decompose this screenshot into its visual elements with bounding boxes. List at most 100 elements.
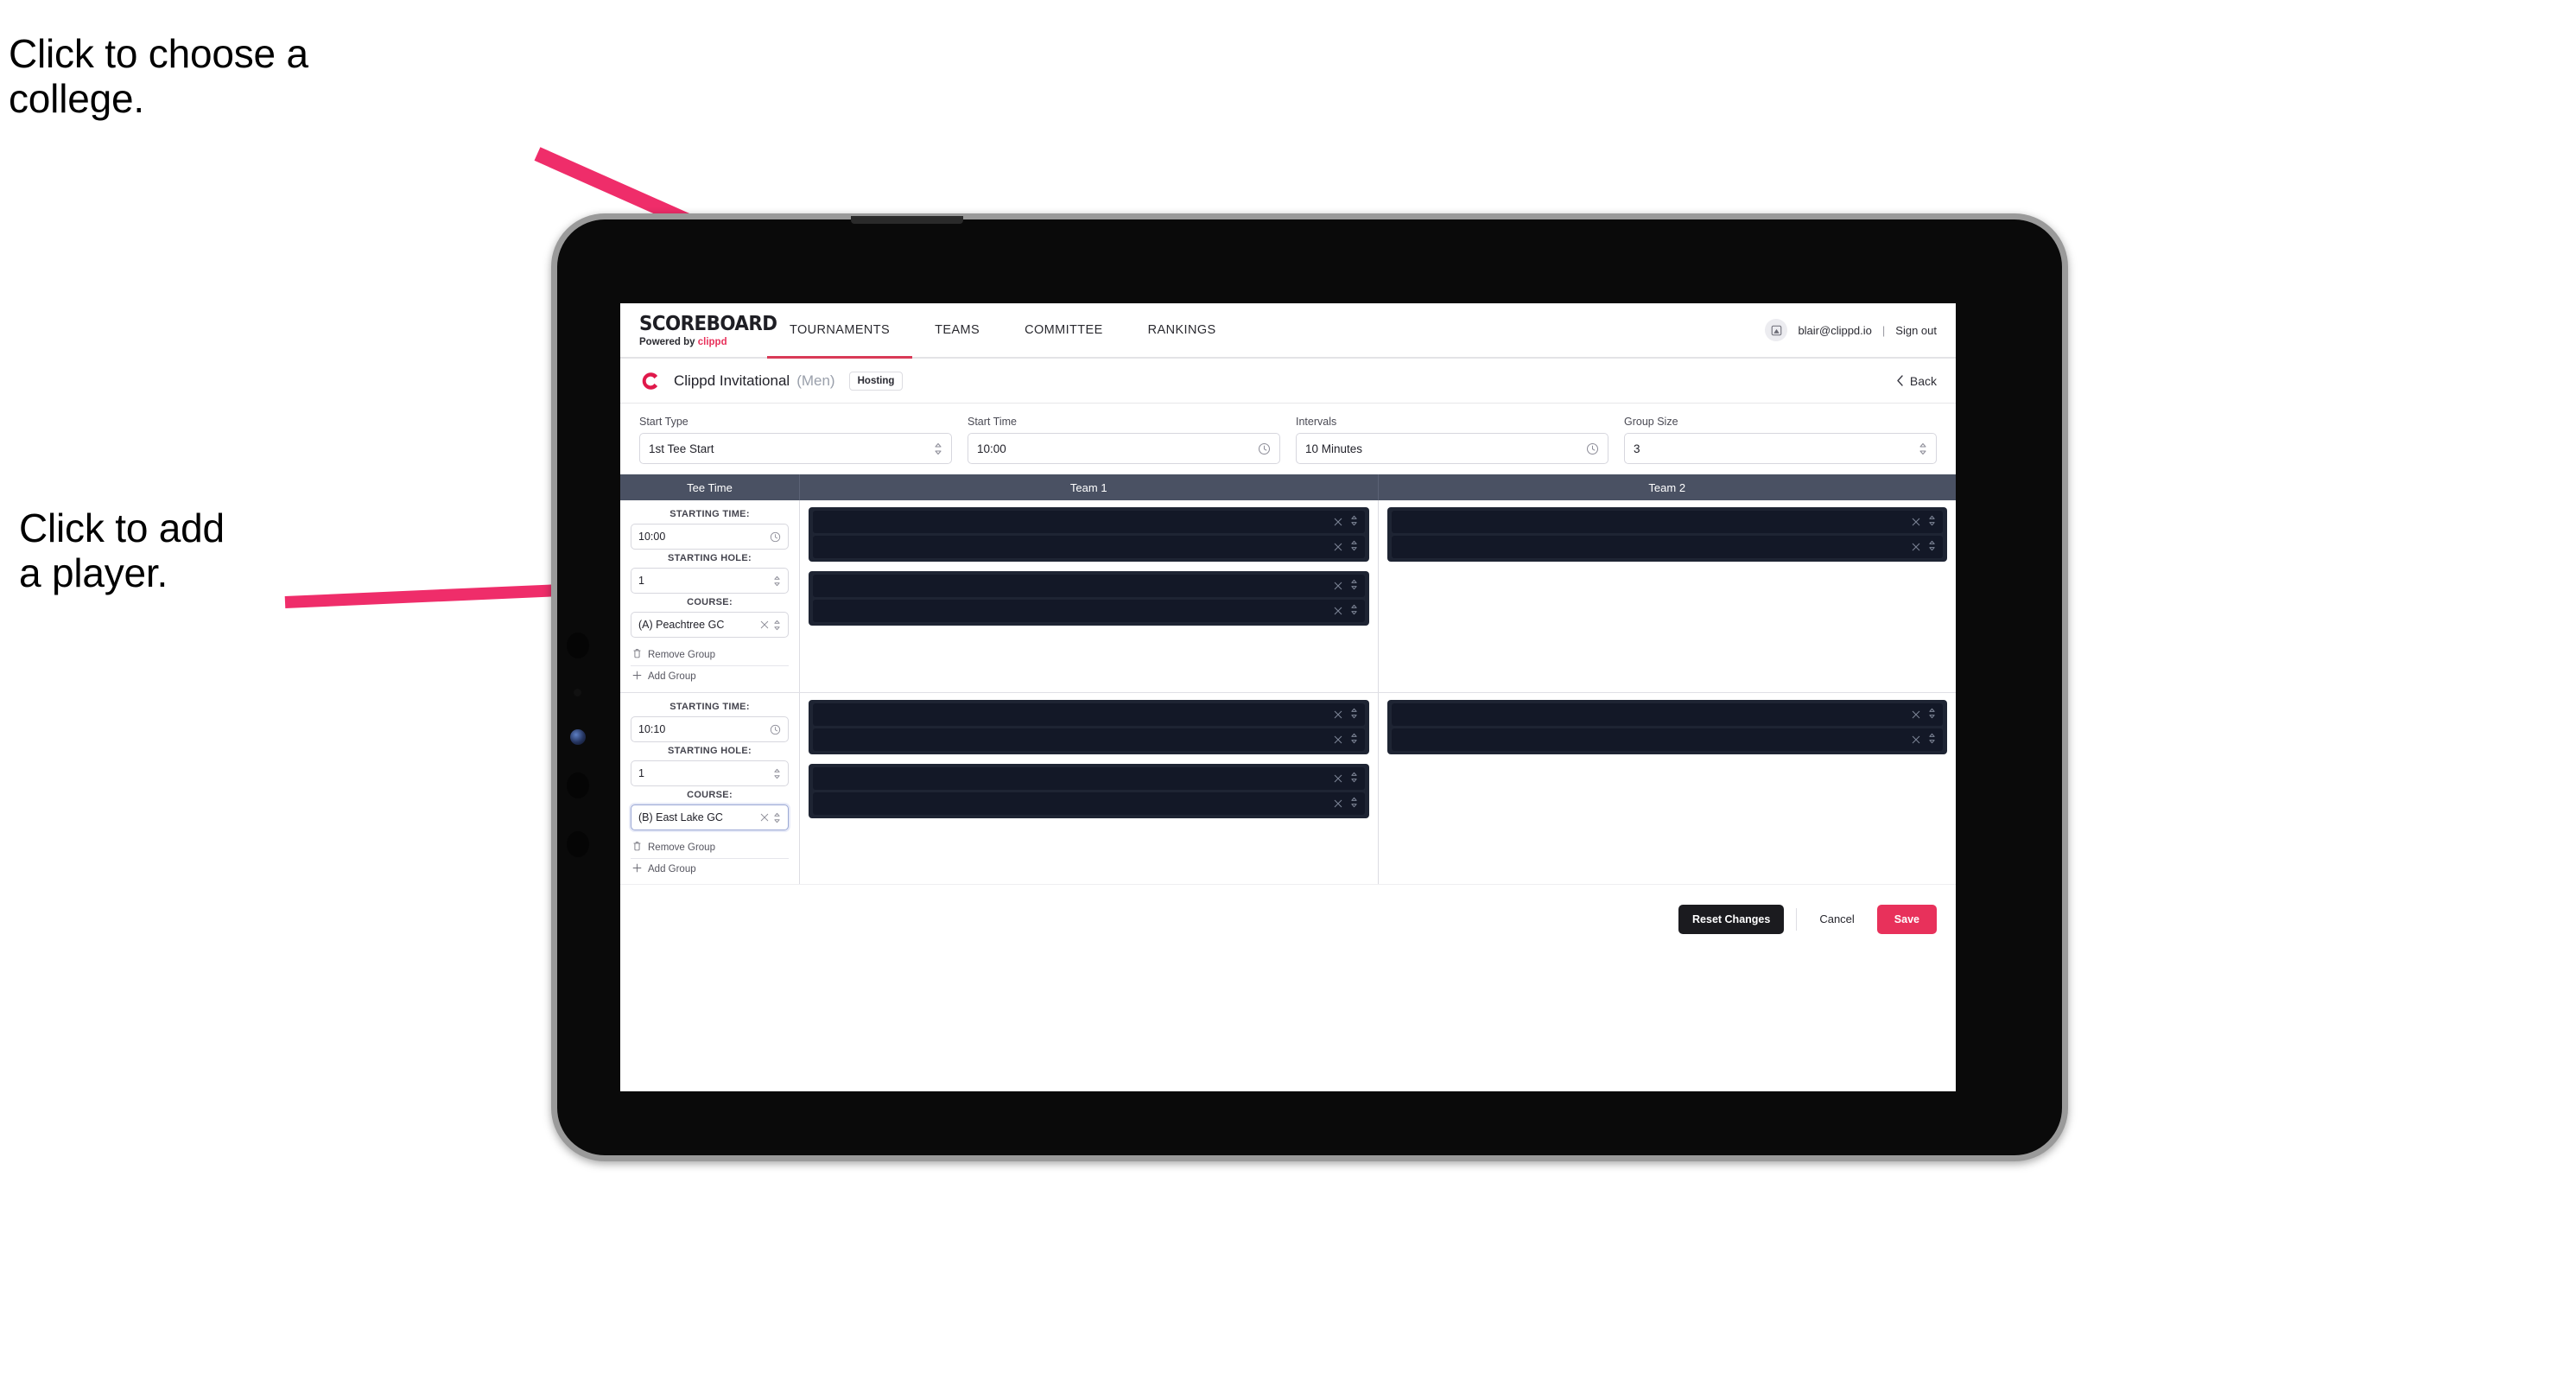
starting-time-input[interactable]: 10:00 bbox=[631, 524, 789, 550]
close-x-icon[interactable] bbox=[1334, 540, 1342, 554]
back-button-label: Back bbox=[1909, 373, 1937, 388]
trash-icon bbox=[632, 841, 642, 854]
clock-icon[interactable] bbox=[1258, 442, 1271, 455]
brand-logo[interactable]: SCOREBOARD Powered by clippd bbox=[620, 303, 777, 357]
player-slot-actions[interactable] bbox=[1912, 733, 1936, 747]
clock-icon[interactable] bbox=[1586, 442, 1599, 455]
annotation-choose-college: Click to choose a college. bbox=[9, 31, 308, 122]
footer-divider bbox=[1796, 907, 1798, 931]
stepper-updown-icon[interactable] bbox=[1928, 708, 1936, 722]
course-select[interactable]: (B) East Lake GC bbox=[631, 804, 789, 830]
column-header-team-1: Team 1 bbox=[800, 474, 1379, 500]
player-slot-actions[interactable] bbox=[1334, 540, 1358, 554]
remove-group-button[interactable]: Remove Group bbox=[631, 836, 789, 859]
player-slot[interactable] bbox=[813, 511, 1365, 533]
close-x-icon[interactable] bbox=[1912, 708, 1920, 722]
tablet-camera-icon bbox=[570, 729, 586, 745]
player-slot[interactable] bbox=[813, 767, 1365, 790]
start-time-input[interactable]: 10:00 bbox=[968, 433, 1280, 464]
player-slot-actions[interactable] bbox=[1334, 733, 1358, 747]
add-group-button[interactable]: Add Group bbox=[631, 666, 789, 687]
player-slot-actions[interactable] bbox=[1334, 772, 1358, 785]
start-type-select[interactable]: 1st Tee Start bbox=[639, 433, 952, 464]
stepper-updown-icon[interactable] bbox=[1350, 733, 1358, 747]
starting-hole-stepper-icons[interactable] bbox=[773, 575, 781, 587]
course-select-icons[interactable] bbox=[760, 812, 781, 823]
starting-hole-stepper-value: 1 bbox=[638, 767, 644, 779]
player-slot[interactable] bbox=[813, 536, 1365, 558]
starting-hole-stepper[interactable]: 1 bbox=[631, 760, 789, 786]
player-slot-actions[interactable] bbox=[1334, 579, 1358, 593]
close-x-icon[interactable] bbox=[1334, 797, 1342, 811]
add-group-button[interactable]: Add Group bbox=[631, 859, 789, 880]
course-select-icons[interactable] bbox=[760, 620, 781, 631]
stepper-updown-icon[interactable] bbox=[1350, 708, 1358, 722]
save-button[interactable]: Save bbox=[1876, 904, 1937, 934]
user-avatar-icon[interactable] bbox=[1765, 319, 1788, 341]
player-slot-actions[interactable] bbox=[1334, 604, 1358, 618]
stepper-updown-icon[interactable] bbox=[1350, 797, 1358, 811]
starting-hole-label: STARTING HOLE: bbox=[668, 746, 752, 756]
starting-hole-stepper-value: 1 bbox=[638, 575, 644, 587]
intervals-input[interactable]: 10 Minutes bbox=[1296, 433, 1608, 464]
starting-time-input[interactable]: 10:10 bbox=[631, 716, 789, 742]
player-slot-actions[interactable] bbox=[1912, 515, 1936, 529]
control-group-size-label: Group Size bbox=[1624, 416, 1678, 428]
starting-time-input-icons[interactable] bbox=[770, 531, 781, 543]
cancel-button[interactable]: Cancel bbox=[1809, 905, 1864, 933]
stepper-updown-icon[interactable] bbox=[1919, 442, 1927, 455]
close-x-icon[interactable] bbox=[1334, 772, 1342, 785]
stepper-updown-icon[interactable] bbox=[1928, 733, 1936, 747]
close-x-icon[interactable] bbox=[1334, 708, 1342, 722]
course-select-value: (B) East Lake GC bbox=[638, 811, 723, 823]
stepper-updown-icon[interactable] bbox=[1350, 579, 1358, 593]
player-slot[interactable] bbox=[1391, 511, 1943, 533]
player-slot[interactable] bbox=[1391, 536, 1943, 558]
group-size-stepper[interactable]: 3 bbox=[1624, 433, 1937, 464]
player-slot-actions[interactable] bbox=[1912, 540, 1936, 554]
stepper-updown-icon[interactable] bbox=[1350, 772, 1358, 785]
stepper-updown-icon[interactable] bbox=[1350, 540, 1358, 554]
form-action-bar: Reset Changes Cancel Save bbox=[620, 884, 1956, 953]
chevron-left-icon bbox=[1896, 375, 1904, 386]
starting-hole-stepper[interactable]: 1 bbox=[631, 568, 789, 594]
stepper-updown-icon[interactable] bbox=[1350, 515, 1358, 529]
starting-hole-stepper-icons[interactable] bbox=[773, 768, 781, 779]
player-slot-actions[interactable] bbox=[1334, 797, 1358, 811]
close-x-icon[interactable] bbox=[1912, 540, 1920, 554]
account-email: blair@clippd.io bbox=[1798, 323, 1872, 337]
player-slot[interactable] bbox=[813, 575, 1365, 597]
player-slot[interactable] bbox=[813, 703, 1365, 726]
player-slot[interactable] bbox=[1391, 703, 1943, 726]
close-x-icon[interactable] bbox=[1334, 515, 1342, 529]
player-slot[interactable] bbox=[1391, 728, 1943, 751]
close-x-icon[interactable] bbox=[1334, 733, 1342, 747]
close-x-icon[interactable] bbox=[1334, 579, 1342, 593]
starting-time-input-icons[interactable] bbox=[770, 724, 781, 735]
player-slot-actions[interactable] bbox=[1334, 515, 1358, 529]
player-slot-actions[interactable] bbox=[1912, 708, 1936, 722]
close-x-icon[interactable] bbox=[1912, 515, 1920, 529]
remove-group-button[interactable]: Remove Group bbox=[631, 644, 789, 666]
stepper-updown-icon[interactable] bbox=[1350, 604, 1358, 618]
starting-time-label: STARTING TIME: bbox=[669, 509, 750, 519]
reset-changes-button[interactable]: Reset Changes bbox=[1678, 904, 1785, 934]
tab-tournaments[interactable]: TOURNAMENTS bbox=[767, 303, 913, 359]
close-x-icon[interactable] bbox=[1334, 604, 1342, 618]
player-slot[interactable] bbox=[813, 600, 1365, 622]
stepper-updown-icon[interactable] bbox=[1928, 515, 1936, 529]
sign-out-link[interactable]: Sign out bbox=[1895, 324, 1937, 337]
back-button[interactable]: Back bbox=[1896, 374, 1937, 388]
account-separator: | bbox=[1881, 323, 1886, 337]
stepper-updown-icon[interactable] bbox=[934, 442, 942, 455]
tournament-gender: (Men) bbox=[796, 372, 835, 389]
tab-teams[interactable]: TEAMS bbox=[912, 303, 1002, 357]
stepper-updown-icon[interactable] bbox=[1928, 540, 1936, 554]
player-slot[interactable] bbox=[813, 728, 1365, 751]
player-slot-actions[interactable] bbox=[1334, 708, 1358, 722]
tab-committee[interactable]: COMMITTEE bbox=[1002, 303, 1126, 357]
course-select[interactable]: (A) Peachtree GC bbox=[631, 612, 789, 638]
tab-rankings[interactable]: RANKINGS bbox=[1126, 303, 1239, 357]
close-x-icon[interactable] bbox=[1912, 733, 1920, 747]
player-slot[interactable] bbox=[813, 792, 1365, 815]
